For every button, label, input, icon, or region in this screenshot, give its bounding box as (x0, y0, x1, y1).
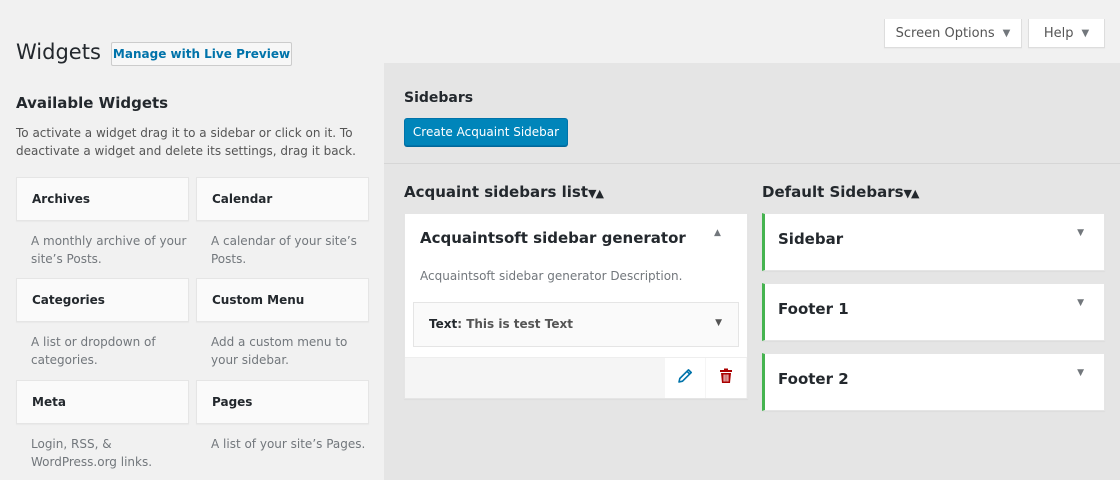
widget-archives[interactable]: Archives (16, 177, 189, 221)
widget-pages[interactable]: Pages (196, 380, 369, 424)
text-widget-value: : This is test Text (457, 317, 573, 331)
widget-meta[interactable]: Meta (16, 380, 189, 424)
sidebars-title: Sidebars (404, 90, 474, 106)
widget-title: Pages (212, 395, 253, 409)
acquaint-list-title: Acquaint sidebars list▼▲ (404, 183, 604, 201)
default-sidebars-title: Default Sidebars▼▲ (762, 183, 920, 201)
widget-description: Login, RSS, & WordPress.org links. (31, 437, 153, 469)
chevron-down-icon[interactable]: ▼ (1077, 368, 1084, 378)
sort-icon[interactable]: ▼▲ (588, 187, 604, 200)
widget-title: Archives (32, 192, 91, 206)
screen-options-label: Screen Options (895, 25, 995, 41)
available-widgets-title: Available Widgets (16, 94, 169, 112)
widget-title: Custom Menu (212, 293, 305, 307)
available-widgets-description: To activate a widget drag it to a sideba… (16, 126, 356, 158)
help-label: Help (1043, 25, 1074, 41)
acquaint-list-title-text: Acquaint sidebars list (404, 183, 589, 201)
trash-icon (719, 368, 733, 388)
screen-options-button[interactable]: Screen Options ▼ (884, 19, 1022, 48)
sidebar-label: Footer 2 (778, 370, 849, 388)
widget-description: A monthly archive of your site’s Posts. (31, 234, 187, 266)
sidebar-label: Sidebar (778, 230, 844, 248)
chevron-down-icon: ▼ (1002, 27, 1011, 39)
chevron-up-icon[interactable]: ▲ (714, 228, 721, 238)
help-button[interactable]: Help ▼ (1028, 19, 1105, 48)
page-title: Widgets (16, 40, 101, 64)
sidebar-box-sidebar[interactable]: Sidebar ▼ (762, 213, 1105, 271)
text-widget-label: Text (429, 317, 458, 331)
sidebar-box-footer-1[interactable]: Footer 1 ▼ (762, 283, 1105, 341)
delete-button[interactable] (706, 358, 746, 398)
edit-button[interactable] (665, 358, 705, 398)
widget-description: A list or dropdown of categories. (31, 335, 156, 367)
default-sidebars-title-text: Default Sidebars (762, 183, 904, 201)
widget-description: A calendar of your site’s Posts. (211, 234, 357, 266)
chevron-down-icon[interactable]: ▼ (1077, 228, 1084, 238)
widget-title: Meta (32, 395, 66, 409)
chevron-down-icon: ▼ (1081, 27, 1090, 39)
pencil-icon (677, 368, 693, 388)
widget-description: Add a custom menu to your sidebar. (211, 335, 348, 367)
widget-calendar[interactable]: Calendar (196, 177, 369, 221)
live-preview-button[interactable]: Manage with Live Preview (111, 42, 292, 66)
acquaint-sidebar-description: Acquaintsoft sidebar generator Descripti… (420, 269, 683, 283)
divider (384, 163, 1120, 164)
acquaint-sidebar-name: Acquaintsoft sidebar generator (420, 229, 686, 247)
text-widget[interactable]: Text: This is test Text ▼ (413, 302, 739, 347)
chevron-down-icon[interactable]: ▼ (715, 318, 722, 328)
sort-icon[interactable]: ▼▲ (904, 187, 920, 200)
create-sidebar-button[interactable]: Create Acquaint Sidebar (404, 118, 568, 146)
sidebar-label: Footer 1 (778, 300, 849, 318)
widget-description: A list of your site’s Pages. (211, 437, 366, 451)
sidebar-box-footer-2[interactable]: Footer 2 ▼ (762, 353, 1105, 411)
widget-title: Calendar (212, 192, 273, 206)
widget-categories[interactable]: Categories (16, 278, 189, 322)
widget-title: Categories (32, 293, 105, 307)
chevron-down-icon[interactable]: ▼ (1077, 298, 1084, 308)
widget-custom-menu[interactable]: Custom Menu (196, 278, 369, 322)
